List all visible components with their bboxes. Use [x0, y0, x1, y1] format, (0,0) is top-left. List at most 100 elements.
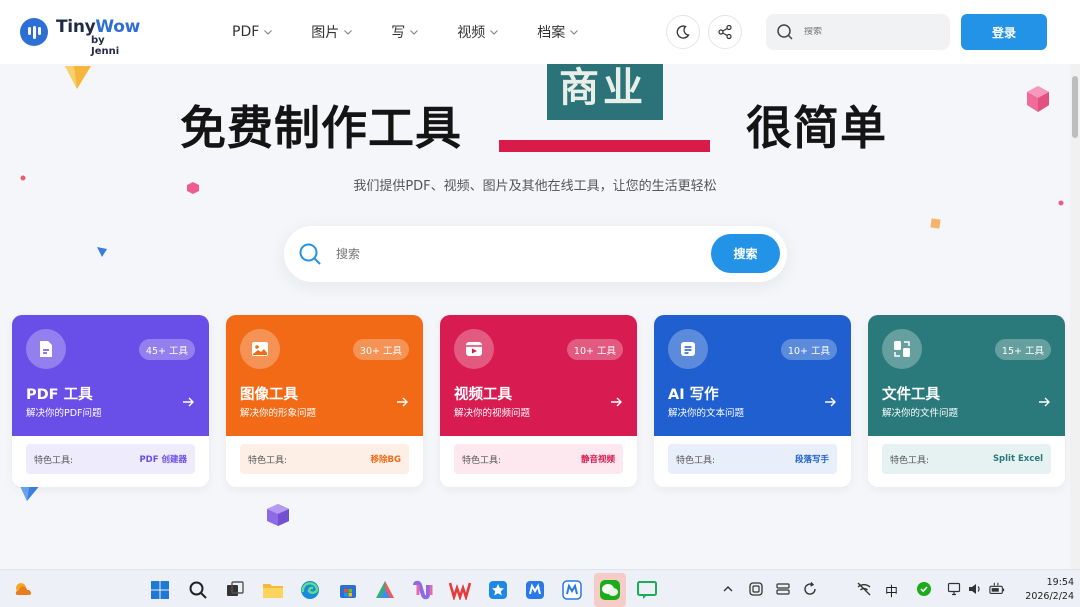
card-header: 45+ 工具 PDF 工具 解决你的PDF问题 [12, 315, 209, 436]
card-title: AI 写作 [668, 387, 719, 403]
featured-tool[interactable]: 特色工具: 静音视频 [454, 444, 623, 474]
chevron-down-icon [409, 27, 419, 37]
tool-count-badge: 30+ 工具 [352, 339, 409, 360]
microsoft-store-icon[interactable] [337, 579, 359, 601]
share-button[interactable] [708, 15, 742, 49]
logo-byline: by Jenni [91, 35, 120, 57]
nav-item-files[interactable]: 档案 [537, 22, 579, 42]
featured-tool[interactable]: 特色工具: 段落写手 [668, 444, 837, 474]
tool-count-badge: 10+ 工具 [566, 339, 623, 360]
card-description: 解决你的视频问题 [454, 408, 531, 419]
chevron-down-icon [263, 27, 273, 37]
featured-tool-link[interactable]: 移除BG [371, 453, 401, 465]
featured-tool[interactable]: 特色工具: Split Excel [882, 444, 1051, 474]
pinned-app-m2-icon[interactable] [561, 579, 583, 601]
widgets-weather-icon[interactable] [12, 579, 34, 601]
pinned-app-chat-icon[interactable] [636, 579, 658, 601]
featured-tool-link[interactable]: Split Excel [993, 454, 1043, 464]
featured-tool-label: 特色工具: [248, 455, 288, 466]
card-title: 文件工具 [882, 387, 940, 403]
card-ai-writing[interactable]: 10+ 工具 AI 写作 解决你的文本问题 特色工具: 段落写手 [654, 315, 851, 487]
chevron-down-icon [343, 27, 353, 37]
clock-date: 2026/2/24 [1025, 591, 1074, 602]
windows-taskbar: 中 19:54 2026/2/24 [0, 569, 1080, 607]
search-icon [299, 243, 321, 265]
task-view-icon[interactable] [224, 579, 246, 601]
main-search-input[interactable] [336, 247, 676, 261]
file-explorer-icon[interactable] [262, 579, 284, 601]
featured-tool-label: 特色工具: [890, 455, 930, 466]
tinywow-logo[interactable]: TinyWow by Jenni [20, 17, 140, 57]
header-search-input[interactable] [804, 27, 934, 37]
login-button[interactable]: 登录 [961, 14, 1047, 50]
nav-item-pdf[interactable]: PDF [232, 22, 273, 42]
moon-icon [676, 25, 690, 39]
hero-rotating-word-bottom: 你的生活 [499, 140, 710, 152]
card-header: 15+ 工具 文件工具 解决你的文件问题 [868, 315, 1065, 436]
tray-sync-icon[interactable] [775, 581, 791, 597]
main-nav: PDF 图片 写 视频 档案 [232, 22, 617, 42]
arrow-right-icon [183, 397, 194, 407]
arrow-right-icon [1039, 397, 1050, 407]
tool-count-badge: 10+ 工具 [780, 339, 837, 360]
arrow-right-icon [825, 397, 836, 407]
featured-tool[interactable]: 特色工具: 移除BG [240, 444, 409, 474]
tray-green-app-icon[interactable] [916, 581, 932, 597]
decorative-square-orange [930, 218, 941, 229]
pinned-app-m-icon[interactable] [524, 579, 546, 601]
dark-mode-toggle[interactable] [666, 15, 700, 49]
card-title: 图像工具 [240, 387, 298, 403]
tray-app-icon[interactable] [748, 581, 764, 597]
copilot-icon[interactable] [412, 579, 434, 601]
wps-office-icon[interactable] [449, 579, 471, 601]
card-description: 解决你的文本问题 [668, 408, 745, 419]
video-icon [466, 342, 482, 356]
document-text-icon [681, 342, 695, 356]
featured-tool-link[interactable]: PDF 创建器 [139, 453, 187, 465]
featured-tool-link[interactable]: 静音视频 [581, 453, 615, 465]
wechat-icon[interactable] [594, 573, 626, 607]
decorative-cube-purple [267, 504, 289, 526]
nav-item-video[interactable]: 视频 [457, 22, 499, 42]
arrow-right-icon [397, 397, 408, 407]
tray-volume-icon[interactable] [967, 581, 983, 597]
chevron-down-icon [489, 27, 499, 37]
card-header: 30+ 工具 图像工具 解决你的形象问题 [226, 315, 423, 436]
header-search[interactable] [766, 14, 950, 50]
tool-count-badge: 45+ 工具 [138, 339, 195, 360]
nav-item-write[interactable]: 写 [391, 22, 419, 42]
card-video-tools[interactable]: 10+ 工具 视频工具 解决你的视频问题 特色工具: 静音视频 [440, 315, 637, 487]
site-header: TinyWow by Jenni PDF 图片 写 视频 档案 登录 [0, 0, 1080, 64]
nav-item-images[interactable]: 图片 [311, 22, 353, 42]
card-file-tools[interactable]: 15+ 工具 文件工具 解决你的文件问题 特色工具: Split Excel [868, 315, 1065, 487]
tray-overflow-chevron-icon[interactable] [720, 581, 736, 597]
featured-tool-label: 特色工具: [462, 455, 502, 466]
main-search-bar[interactable]: 搜索 [284, 226, 787, 282]
page-scrollbar[interactable] [1070, 64, 1080, 569]
pinned-app-star-icon[interactable] [487, 579, 509, 601]
featured-tool-link[interactable]: 段落写手 [795, 453, 829, 465]
main-search-button[interactable]: 搜索 [711, 234, 780, 273]
taskbar-search-icon[interactable] [187, 579, 209, 601]
hero-rotating-word-top: 商业 [547, 64, 663, 120]
edge-browser-icon[interactable] [299, 579, 321, 601]
card-pdf-tools[interactable]: 45+ 工具 PDF 工具 解决你的PDF问题 特色工具: PDF 创建器 [12, 315, 209, 487]
triangle-app-icon[interactable] [374, 579, 396, 601]
hero-subtitle: 我们提供PDF、视频、图片及其他在线工具，让您的生活更轻松 [353, 179, 717, 194]
hero-title-right: 很简单 [746, 101, 887, 155]
decorative-dot [1058, 200, 1064, 206]
start-button-windows-icon[interactable] [149, 579, 171, 601]
tray-refresh-icon[interactable] [802, 581, 818, 597]
featured-tool[interactable]: 特色工具: PDF 创建器 [26, 444, 195, 474]
card-image-tools[interactable]: 30+ 工具 图像工具 解决你的形象问题 特色工具: 移除BG [226, 315, 423, 487]
tray-display-icon[interactable] [947, 581, 963, 597]
tray-battery-icon[interactable] [989, 581, 1005, 597]
tray-network-off-icon[interactable] [856, 581, 872, 597]
tool-count-badge: 15+ 工具 [994, 339, 1051, 360]
decorative-cube-pink [1027, 86, 1049, 112]
taskbar-clock[interactable]: 19:54 2026/2/24 [1014, 576, 1074, 604]
ime-language-indicator[interactable]: 中 [885, 581, 898, 600]
scrollbar-thumb[interactable] [1072, 76, 1078, 138]
tinywow-logo-icon [20, 18, 48, 46]
pdf-file-icon [40, 341, 52, 357]
